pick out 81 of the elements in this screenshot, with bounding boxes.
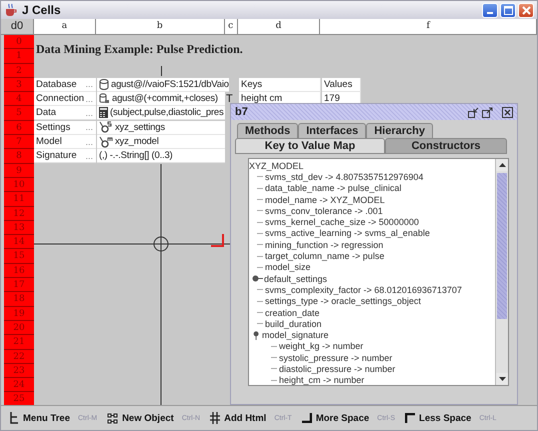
database-link-icon: [99, 93, 110, 104]
scroll-up-icon[interactable]: [498, 163, 506, 167]
tree-item[interactable]: svms_std_dev -> 4.8075357512976904: [265, 170, 424, 183]
tree-item[interactable]: diastolic_pressure -> number: [279, 363, 396, 375]
table-cell: xyz_settings: [97, 120, 225, 135]
tree-item[interactable]: systolic_pressure -> number: [279, 352, 392, 364]
tree-icon[interactable]: [9, 412, 19, 424]
column-header[interactable]: c: [224, 19, 238, 34]
tree-item[interactable]: svms_conv_tolerance -> .001: [265, 204, 383, 217]
tree-item[interactable]: model_signature: [262, 329, 329, 342]
nodes-icon[interactable]: [107, 412, 118, 424]
column-header[interactable]: b: [96, 19, 225, 34]
tree-item[interactable]: target_column_name -> pulse: [265, 250, 384, 262]
window-title: J Cells: [22, 3, 61, 17]
tree-item[interactable]: default_settings: [264, 272, 328, 285]
toolbar-button[interactable]: Add Html: [224, 412, 266, 424]
table-cell: agust@(+commit,+closes): [97, 92, 225, 106]
expand-icon[interactable]: [482, 106, 493, 118]
minimize-icon: [487, 12, 493, 14]
table-cell: agust@//vaioFS:1521/dbVaio: [97, 78, 229, 92]
grid-icon[interactable]: [210, 412, 220, 424]
corner-header: d0: [1, 19, 34, 34]
tree-item[interactable]: model_name -> XYZ_MODEL: [265, 194, 385, 206]
panel-title: b7: [235, 106, 248, 118]
shrink-icon[interactable]: [468, 106, 479, 118]
tab[interactable]: Methods: [237, 123, 298, 138]
maximize-button[interactable]: [500, 2, 516, 18]
table-cell: Model ...: [34, 135, 96, 150]
tree-item[interactable]: creation_date: [265, 306, 320, 319]
tree-item[interactable]: model_size: [265, 261, 311, 274]
column-header[interactable]: f: [320, 19, 537, 34]
expanded-node-icon[interactable]: [252, 330, 261, 340]
maximize-icon: [504, 6, 512, 14]
tree-item[interactable]: svms_active_learning -> svms_al_enable: [265, 227, 430, 240]
tree-item[interactable]: mining_function -> regression: [265, 238, 384, 251]
close-icon[interactable]: [502, 106, 513, 118]
table-cell: Keys: [239, 78, 321, 92]
close-button[interactable]: [518, 2, 534, 18]
tree-item[interactable]: weight_kg -> number: [279, 340, 364, 352]
calculator-icon: [99, 107, 108, 118]
table-cell: Data ...: [34, 106, 96, 120]
bottom-right-corner-icon[interactable]: [302, 413, 312, 423]
column-header[interactable]: a: [34, 19, 96, 34]
close-icon: [522, 6, 530, 14]
table-cell: Connection...: [34, 92, 96, 106]
corner-mark-icon: [211, 234, 225, 248]
tree-item[interactable]: height_cm -> number: [279, 374, 364, 385]
scrollbar[interactable]: [495, 159, 508, 385]
tree-item[interactable]: svms_complexity_factor -> 68.012016936713707: [265, 284, 462, 296]
table-cell: T: [225, 93, 233, 106]
toolbar-button[interactable]: New Object: [122, 412, 174, 424]
tab[interactable]: Hierarchy: [366, 123, 433, 138]
table-cell: (,) -.-.String[] (0..3): [97, 149, 225, 164]
tree-item[interactable]: data_table_name -> pulse_clinical: [265, 182, 402, 194]
sheet-title: Data Mining Example: Pulse Prediction.: [35, 42, 243, 58]
database-icon: [99, 78, 109, 90]
column-header[interactable]: d: [238, 19, 320, 34]
toolbar-button[interactable]: Less Space: [419, 412, 472, 424]
tree-item[interactable]: svms_kernel_cache_size -> 50000000: [265, 216, 419, 228]
collapsed-node-icon[interactable]: [252, 274, 263, 284]
toolbar-button[interactable]: Menu Tree: [23, 412, 70, 424]
settings-icon: [99, 121, 113, 134]
top-left-corner-icon[interactable]: [405, 413, 416, 423]
table-cell: Settings ...: [34, 120, 96, 135]
toolbar-button[interactable]: More Space: [316, 412, 370, 424]
minimize-button[interactable]: [482, 2, 498, 18]
tree-item[interactable]: settings_type -> oracle_settings_object: [265, 295, 421, 308]
table-cell: Signature ...: [34, 149, 96, 164]
tab[interactable]: Interfaces: [298, 123, 366, 138]
tree-item[interactable]: build_duration: [265, 318, 322, 330]
cursor-line: [160, 66, 163, 76]
cup-icon: [4, 3, 18, 17]
table-cell: xyz_model: [97, 135, 225, 150]
table-cell: Values: [322, 78, 361, 92]
table-cell: (subject,pulse,diastolic_pres: [97, 106, 225, 120]
tree-item[interactable]: XYZ_MODEL: [249, 160, 304, 172]
scroll-down-icon[interactable]: [498, 377, 506, 381]
tab[interactable]: Key to Value Map: [235, 138, 385, 154]
tab[interactable]: Constructors: [385, 138, 507, 154]
table-cell: Database ...: [34, 78, 96, 92]
model-icon: [99, 136, 113, 148]
